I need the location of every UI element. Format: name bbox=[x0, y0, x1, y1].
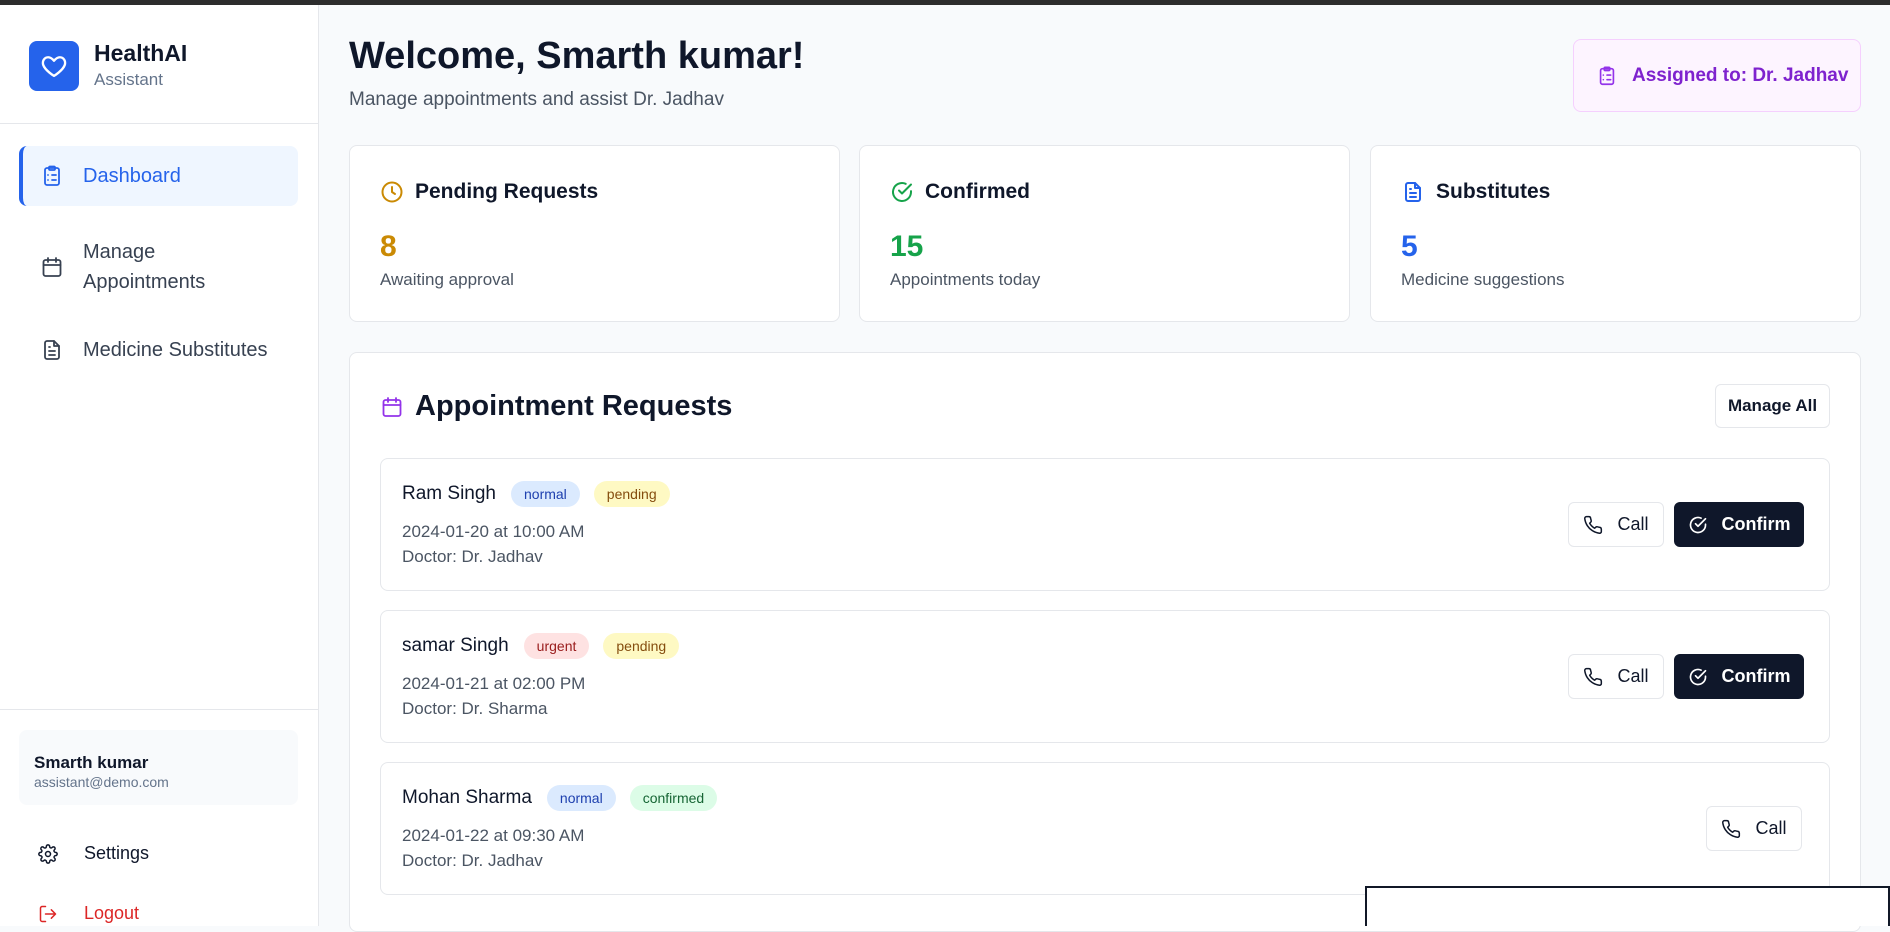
appointment-datetime: 2024-01-21 at 02:00 PM bbox=[402, 674, 586, 693]
section-title: Appointment Requests bbox=[415, 390, 733, 422]
patient-name: Mohan Sharma bbox=[402, 787, 532, 808]
confirm-label: Confirm bbox=[1721, 666, 1791, 686]
logout-label: Logout bbox=[84, 903, 140, 923]
assigned-label: Assigned to: Dr. Jadhav bbox=[1632, 64, 1849, 86]
phone-icon bbox=[1584, 515, 1603, 534]
clipboard-icon bbox=[1599, 65, 1615, 85]
calendar-icon bbox=[382, 396, 402, 417]
assigned-doctor-badge: Assigned to: Dr. Jadhav bbox=[1573, 39, 1861, 112]
user-card: Smarth kumar assistant@demo.com bbox=[19, 730, 298, 805]
priority-badge: urgent bbox=[523, 633, 590, 659]
sidebar-item-label: Dashboard bbox=[83, 164, 181, 187]
appointment-doctor: Doctor: Dr. Jadhav bbox=[402, 547, 543, 566]
clock-icon bbox=[381, 181, 403, 203]
clipboard-icon bbox=[44, 165, 60, 186]
call-button[interactable]: Call bbox=[1568, 654, 1664, 699]
page-title: Welcome, Smarth kumar! bbox=[349, 35, 805, 77]
settings-button[interactable]: Settings bbox=[38, 843, 149, 864]
stat-card-confirmed: Confirmed 15 Appointments today bbox=[859, 145, 1350, 322]
manage-all-button[interactable]: Manage All bbox=[1715, 384, 1830, 428]
stat-card-substitutes: Substitutes 5 Medicine suggestions bbox=[1370, 145, 1861, 322]
status-badge: confirmed bbox=[629, 785, 718, 811]
check-circle-icon bbox=[1689, 668, 1706, 685]
confirm-button[interactable]: Confirm bbox=[1674, 502, 1804, 547]
brand-role: Assistant bbox=[94, 70, 163, 89]
user-email: assistant@demo.com bbox=[34, 774, 169, 790]
check-circle-icon bbox=[892, 182, 912, 202]
stat-value: 15 bbox=[890, 230, 924, 263]
sidebar-item-label: Manage Appointments bbox=[83, 241, 206, 293]
call-button[interactable]: Call bbox=[1568, 502, 1664, 547]
appointment-datetime: 2024-01-22 at 09:30 AM bbox=[402, 826, 585, 845]
confirm-button[interactable]: Confirm bbox=[1674, 654, 1804, 699]
patient-name: samar Singh bbox=[402, 635, 509, 656]
priority-badge: normal bbox=[511, 481, 580, 507]
calendar-icon bbox=[42, 257, 62, 277]
logout-icon bbox=[39, 905, 57, 922]
brand[interactable]: HealthAI Assistant bbox=[29, 39, 187, 93]
status-badge: pending bbox=[593, 481, 670, 507]
appointment-row: Mohan Sharma normal confirmed 2024-01-22… bbox=[380, 762, 1830, 895]
priority-badge: normal bbox=[546, 785, 616, 811]
sidebar-item-dashboard[interactable]: Dashboard bbox=[19, 146, 298, 206]
main-content: Welcome, Smarth kumar! Manage appointmen… bbox=[319, 5, 1890, 932]
check-circle-icon bbox=[1689, 516, 1706, 533]
call-label: Call bbox=[1617, 514, 1649, 534]
confirm-label: Confirm bbox=[1721, 514, 1791, 534]
sidebar-item-label: Medicine Substitutes bbox=[83, 338, 268, 361]
sidebar-item-manage-appointments[interactable]: Manage Appointments bbox=[19, 232, 298, 302]
patient-name: Ram Singh bbox=[402, 483, 496, 504]
appointment-requests-panel: Appointment Requests Manage All Ram Sing… bbox=[349, 352, 1861, 932]
divider bbox=[0, 123, 318, 124]
appointment-datetime: 2024-01-20 at 10:00 AM bbox=[402, 522, 585, 541]
phone-icon bbox=[1722, 819, 1741, 838]
stat-card-pending: Pending Requests 8 Awaiting approval bbox=[349, 145, 840, 322]
brand-name: HealthAI bbox=[94, 40, 188, 66]
stat-title: Confirmed bbox=[925, 180, 1030, 203]
document-icon bbox=[44, 340, 60, 360]
overlay-popup-edge bbox=[1365, 886, 1890, 926]
phone-icon bbox=[1584, 667, 1603, 686]
stat-title: Substitutes bbox=[1436, 180, 1551, 203]
stat-value: 5 bbox=[1401, 230, 1418, 263]
appointment-doctor: Doctor: Dr. Jadhav bbox=[402, 851, 543, 870]
heart-icon bbox=[29, 41, 79, 91]
call-button[interactable]: Call bbox=[1706, 806, 1802, 851]
gear-icon bbox=[38, 843, 58, 864]
sidebar-item-medicine-substitutes[interactable]: Medicine Substitutes bbox=[19, 320, 298, 380]
appointment-doctor: Doctor: Dr. Sharma bbox=[402, 699, 548, 718]
call-label: Call bbox=[1755, 818, 1787, 838]
sidebar: HealthAI Assistant Dashboard Manage Appo… bbox=[0, 5, 319, 926]
status-badge: pending bbox=[603, 633, 680, 659]
stat-description: Awaiting approval bbox=[380, 270, 514, 289]
appointment-row: Ram Singh normal pending 2024-01-20 at 1… bbox=[380, 458, 1830, 591]
stat-description: Appointments today bbox=[890, 270, 1041, 289]
divider bbox=[0, 709, 318, 710]
stat-title: Pending Requests bbox=[415, 180, 599, 203]
appointment-row: samar Singh urgent pending 2024-01-21 at… bbox=[380, 610, 1830, 743]
user-name: Smarth kumar bbox=[34, 753, 149, 772]
page-subtitle: Manage appointments and assist Dr. Jadha… bbox=[349, 89, 724, 110]
stat-description: Medicine suggestions bbox=[1401, 270, 1565, 289]
call-label: Call bbox=[1617, 666, 1649, 686]
document-icon bbox=[1405, 182, 1421, 202]
settings-label: Settings bbox=[84, 843, 150, 863]
logout-button[interactable]: Logout bbox=[38, 903, 139, 924]
stat-value: 8 bbox=[380, 230, 397, 263]
